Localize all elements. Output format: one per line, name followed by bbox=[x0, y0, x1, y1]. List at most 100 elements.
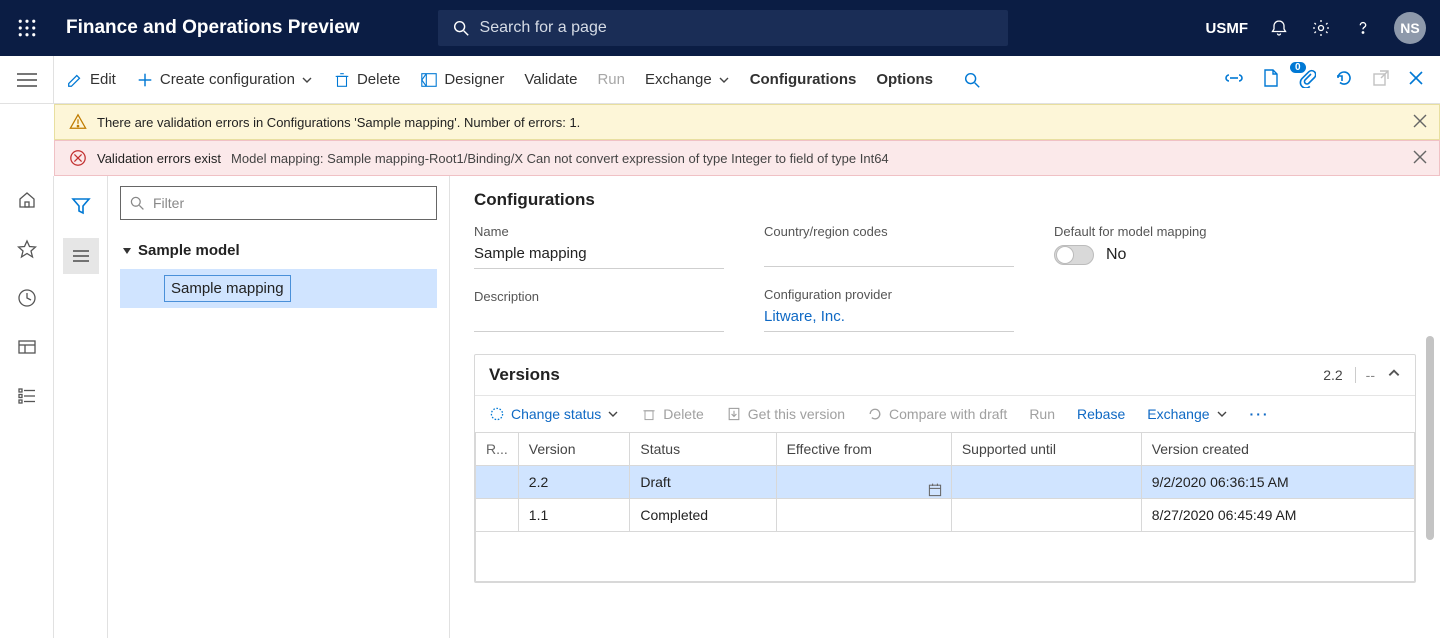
versions-title: Versions bbox=[489, 365, 1311, 385]
error-icon bbox=[69, 149, 87, 167]
nav-recent-icon[interactable] bbox=[17, 288, 37, 313]
description-label: Description bbox=[474, 289, 724, 304]
cmd-search-button[interactable] bbox=[963, 71, 981, 89]
tree-filter-input[interactable] bbox=[153, 195, 428, 211]
table-row-empty bbox=[476, 532, 1415, 582]
linked-icon[interactable] bbox=[1224, 71, 1244, 89]
warning-banner: There are validation errors in Configura… bbox=[54, 104, 1440, 140]
nav-home-icon[interactable] bbox=[17, 190, 37, 215]
calendar-icon[interactable] bbox=[927, 482, 943, 501]
tree-parent-node[interactable]: Sample model bbox=[120, 238, 437, 263]
nav-toggle[interactable] bbox=[0, 56, 54, 103]
col-r[interactable]: R... bbox=[476, 433, 519, 466]
popout-icon[interactable] bbox=[1372, 69, 1390, 91]
cell-supported bbox=[951, 499, 1141, 532]
caret-down-icon bbox=[122, 246, 132, 256]
avatar[interactable]: NS bbox=[1394, 12, 1426, 44]
company-code[interactable]: USMF bbox=[1206, 20, 1249, 37]
chevron-down-icon bbox=[301, 74, 313, 86]
cell-supported bbox=[951, 466, 1141, 499]
search-box[interactable] bbox=[438, 10, 1008, 46]
nav-star-icon[interactable] bbox=[17, 239, 37, 264]
run-label: Run bbox=[597, 71, 625, 88]
configurations-tab[interactable]: Configurations bbox=[750, 71, 857, 88]
app-title: Finance and Operations Preview bbox=[66, 17, 360, 39]
scrollbar[interactable] bbox=[1422, 336, 1438, 628]
error-banner: Validation errors exist Model mapping: S… bbox=[54, 140, 1440, 176]
exchange-button[interactable]: Exchange bbox=[645, 71, 730, 88]
waffle-icon[interactable] bbox=[0, 19, 54, 37]
versions-exchange-button[interactable]: Exchange bbox=[1147, 406, 1227, 422]
error-close-icon[interactable] bbox=[1413, 150, 1427, 167]
search-icon bbox=[452, 19, 470, 37]
edit-label: Edit bbox=[90, 71, 116, 88]
error-label: Validation errors exist bbox=[97, 151, 221, 166]
filter-pane-toggle[interactable] bbox=[63, 188, 99, 224]
document-icon[interactable] bbox=[1262, 68, 1280, 92]
versions-exchange-label: Exchange bbox=[1147, 406, 1209, 422]
tree-child-node[interactable]: Sample mapping bbox=[164, 275, 291, 302]
rebase-button[interactable]: Rebase bbox=[1077, 406, 1125, 422]
versions-run-button: Run bbox=[1029, 406, 1055, 422]
warning-icon bbox=[69, 113, 87, 131]
versions-delete-button: Delete bbox=[641, 406, 703, 422]
col-status[interactable]: Status bbox=[630, 433, 776, 466]
trash-icon bbox=[333, 71, 351, 89]
create-configuration-button[interactable]: Create configuration bbox=[136, 71, 313, 89]
delete-button[interactable]: Delete bbox=[333, 71, 400, 89]
attachment-icon[interactable]: 0 bbox=[1298, 68, 1316, 92]
default-mapping-toggle[interactable] bbox=[1054, 245, 1094, 265]
default-mapping-value: No bbox=[1106, 246, 1126, 264]
download-icon bbox=[726, 406, 742, 422]
table-row[interactable]: 2.2 Draft 9/2/2020 06:36:15 AM bbox=[476, 466, 1415, 499]
cell-status: Completed bbox=[630, 499, 776, 532]
bell-icon[interactable] bbox=[1268, 17, 1290, 39]
warning-close-icon[interactable] bbox=[1413, 114, 1427, 131]
edit-button[interactable]: Edit bbox=[66, 71, 116, 89]
refresh-icon bbox=[867, 406, 883, 422]
cell-status: Draft bbox=[630, 466, 776, 499]
versions-current: 2.2 bbox=[1323, 367, 1342, 383]
tree-filter[interactable] bbox=[120, 186, 437, 220]
cell-effective[interactable] bbox=[776, 466, 951, 499]
change-status-label: Change status bbox=[511, 406, 601, 422]
close-icon[interactable] bbox=[1408, 70, 1424, 90]
versions-collapse[interactable] bbox=[1387, 366, 1401, 385]
description-value[interactable] bbox=[474, 310, 724, 332]
rebase-label: Rebase bbox=[1077, 406, 1125, 422]
col-effective[interactable]: Effective from bbox=[776, 433, 951, 466]
table-row[interactable]: 1.1 Completed 8/27/2020 06:45:49 AM bbox=[476, 499, 1415, 532]
search-input[interactable] bbox=[480, 19, 994, 37]
designer-button[interactable]: Designer bbox=[420, 71, 504, 89]
badge-count: 0 bbox=[1290, 62, 1306, 73]
provider-label: Configuration provider bbox=[764, 287, 1014, 302]
country-label: Country/region codes bbox=[764, 224, 1014, 239]
provider-value[interactable]: Litware, Inc. bbox=[764, 308, 1014, 332]
name-value[interactable]: Sample mapping bbox=[474, 245, 724, 269]
exchange-label: Exchange bbox=[645, 71, 712, 88]
cell-version: 1.1 bbox=[518, 499, 630, 532]
get-version-button: Get this version bbox=[726, 406, 845, 422]
error-text: Model mapping: Sample mapping-Root1/Bind… bbox=[231, 151, 889, 166]
versions-more-button[interactable]: ··· bbox=[1250, 406, 1270, 422]
change-status-button[interactable]: Change status bbox=[489, 406, 619, 422]
country-value[interactable] bbox=[764, 245, 1014, 267]
cell-version: 2.2 bbox=[518, 466, 630, 499]
run-button: Run bbox=[597, 71, 625, 88]
compare-draft-button: Compare with draft bbox=[867, 406, 1007, 422]
col-created[interactable]: Version created bbox=[1141, 433, 1414, 466]
nav-workspace-icon[interactable] bbox=[17, 337, 37, 362]
col-version[interactable]: Version bbox=[518, 433, 630, 466]
refresh-icon[interactable] bbox=[1334, 68, 1354, 92]
create-label: Create configuration bbox=[160, 71, 295, 88]
gear-icon[interactable] bbox=[1310, 17, 1332, 39]
validate-button[interactable]: Validate bbox=[524, 71, 577, 88]
list-pane-toggle[interactable] bbox=[63, 238, 99, 274]
cell-created: 8/27/2020 06:45:49 AM bbox=[1141, 499, 1414, 532]
configurations-label: Configurations bbox=[750, 71, 857, 88]
designer-label: Designer bbox=[444, 71, 504, 88]
col-supported[interactable]: Supported until bbox=[951, 433, 1141, 466]
help-icon[interactable] bbox=[1352, 17, 1374, 39]
nav-modules-icon[interactable] bbox=[17, 386, 37, 411]
options-tab[interactable]: Options bbox=[876, 71, 933, 88]
